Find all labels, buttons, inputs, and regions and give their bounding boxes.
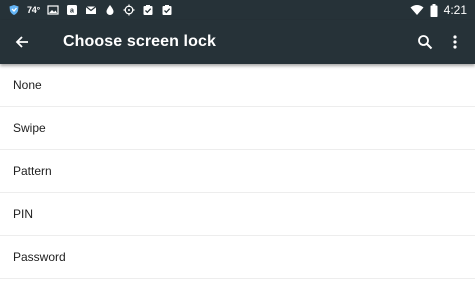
option-label: Password bbox=[13, 250, 66, 264]
temperature-text: 74° bbox=[27, 5, 41, 15]
more-options-button[interactable] bbox=[443, 30, 467, 54]
option-label: Swipe bbox=[13, 121, 46, 135]
status-time: 4:21 bbox=[443, 3, 467, 17]
drop-icon bbox=[104, 4, 116, 16]
option-pin[interactable]: PIN bbox=[0, 193, 475, 236]
back-button[interactable] bbox=[10, 30, 34, 54]
amazon-icon: a bbox=[66, 4, 78, 16]
status-right-icons: 4:21 bbox=[410, 0, 475, 20]
gmail-icon bbox=[85, 4, 97, 16]
screen-lock-options-list: None Swipe Pattern PIN Password bbox=[0, 64, 475, 279]
option-pattern[interactable]: Pattern bbox=[0, 150, 475, 193]
wifi-icon bbox=[410, 4, 424, 16]
svg-text:a: a bbox=[70, 8, 74, 15]
option-label: None bbox=[13, 78, 42, 92]
status-left-icons: 74° a bbox=[0, 0, 180, 20]
shield-icon bbox=[8, 4, 20, 16]
page-title: Choose screen lock bbox=[63, 33, 216, 50]
option-password[interactable]: Password bbox=[0, 236, 475, 279]
app-bar: Choose screen lock bbox=[0, 20, 475, 64]
crosshair-icon bbox=[123, 4, 135, 16]
option-none[interactable]: None bbox=[0, 64, 475, 107]
battery-icon bbox=[430, 3, 438, 17]
more-vert-icon bbox=[453, 35, 457, 49]
search-icon bbox=[418, 35, 433, 50]
app-bar-actions bbox=[407, 30, 475, 54]
search-button[interactable] bbox=[413, 30, 437, 54]
option-swipe[interactable]: Swipe bbox=[0, 107, 475, 150]
arrow-back-icon bbox=[15, 36, 28, 48]
option-label: PIN bbox=[13, 207, 34, 221]
option-label: Pattern bbox=[13, 164, 52, 178]
clipboard-check-icon bbox=[161, 4, 173, 16]
clipboard-check-icon bbox=[142, 4, 154, 16]
status-bar: 74° a 4:21 bbox=[0, 0, 475, 20]
image-icon bbox=[47, 4, 59, 16]
